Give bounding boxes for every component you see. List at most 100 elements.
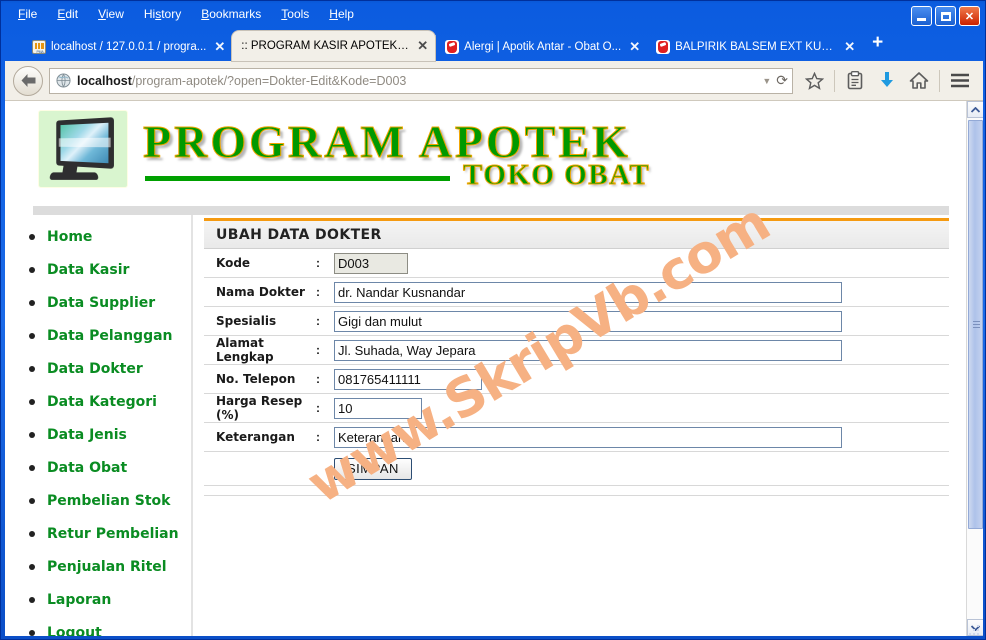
reload-icon[interactable]: ⟳ <box>776 72 788 89</box>
page-subtitle: TOKO OBAT <box>462 159 651 192</box>
page-body: Home Data Kasir Data Supplier Data Pelangga… <box>5 215 966 636</box>
sidebar-item-data-dokter[interactable]: Data Dokter <box>27 358 191 391</box>
site-header: PROGRAM APOTEK TOKO OBAT <box>5 101 966 206</box>
tab-close-icon[interactable]: ✕ <box>417 38 428 54</box>
sidebar-item-data-supplier[interactable]: Data Supplier <box>27 292 191 325</box>
close-button[interactable]: ✕ <box>959 6 980 26</box>
minimize-button[interactable] <box>911 6 932 26</box>
hamburger-menu-icon[interactable] <box>945 67 975 95</box>
menu-item-bookmarks[interactable]: Bookmarks <box>192 5 270 23</box>
sidebar-item-label: Pembelian Stok <box>47 493 171 509</box>
globe-icon <box>56 73 71 88</box>
browser-tab-0[interactable]: localhost / 127.0.0.1 / progra... ✕ <box>23 33 232 61</box>
tab-close-icon[interactable]: ✕ <box>629 39 640 55</box>
save-button[interactable]: SIMPAN <box>334 457 412 480</box>
bookmark-star-icon[interactable] <box>799 67 829 95</box>
field-label: Kode <box>216 256 251 270</box>
input-keterangan[interactable] <box>334 426 842 448</box>
chevron-up-icon <box>971 106 980 113</box>
field-label: Nama Dokter <box>216 285 305 299</box>
doctor-edit-form: Kode:Nama Dokter:Spesialis:Alamat Lengka… <box>204 249 949 496</box>
browser-tab-1[interactable]: :: PROGRAM KASIR APOTEK - 3 L... ✕ <box>232 31 436 61</box>
sidebar: Home Data Kasir Data Supplier Data Pelangga… <box>5 215 193 636</box>
sidebar-item-data-obat[interactable]: Data Obat <box>27 457 191 490</box>
browser-window: File Edit View History Bookmarks Tools Help ✕ … <box>0 0 986 640</box>
browser-tab-2[interactable]: Alergi | Apotik Antar - Obat O... ✕ <box>436 33 647 61</box>
field-colon: : <box>316 343 320 357</box>
chevron-down-icon[interactable]: ▼ <box>762 76 771 86</box>
sidebar-item-data-jenis[interactable]: Data Jenis <box>27 424 191 457</box>
sidebar-item-label: Penjualan Ritel <box>47 559 167 575</box>
back-arrow-icon <box>21 74 35 87</box>
scroll-up-button[interactable] <box>967 101 983 118</box>
new-tab-button[interactable]: + <box>862 32 893 56</box>
input-nama-dokter[interactable] <box>334 281 842 303</box>
close-icon: ✕ <box>964 10 975 23</box>
vertical-scrollbar[interactable] <box>966 101 983 636</box>
maximize-button[interactable] <box>935 6 956 26</box>
resize-grip[interactable] <box>969 625 981 637</box>
main-content: UBAH DATA DOKTER Kode:Nama Dokter:Spesia… <box>204 215 949 636</box>
field-colon: : <box>316 401 320 415</box>
menu-item-view[interactable]: View <box>89 5 133 23</box>
sidebar-item-label: Data Supplier <box>47 295 156 311</box>
sidebar-item-retur-pembelian[interactable]: Retur Pembelian <box>27 523 191 556</box>
sidebar-item-label: Data Jenis <box>47 427 127 443</box>
input-alamat-lengkap[interactable] <box>334 339 842 361</box>
url-bar-actions: ▼ ⟳ <box>756 72 788 89</box>
field-label: No. Telepon <box>216 372 296 386</box>
red-pill-icon <box>656 40 671 54</box>
sidebar-item-label: Data Kasir <box>47 262 130 278</box>
field-colon: : <box>316 372 320 386</box>
pos-monitor-icon <box>38 110 128 188</box>
sidebar-item-data-pelanggan[interactable]: Data Pelanggan <box>27 325 191 358</box>
field-label: Keterangan <box>216 430 295 444</box>
menu-item-file[interactable]: File <box>9 5 46 23</box>
field-colon: : <box>316 430 320 444</box>
sidebar-item-data-kategori[interactable]: Data Kategori <box>27 391 191 424</box>
toolbar-divider <box>939 69 940 92</box>
minimize-icon <box>917 18 926 21</box>
back-button[interactable] <box>13 65 43 96</box>
url-bar[interactable]: localhost/program-apotek/?open=Dokter-Ed… <box>49 67 793 94</box>
sidebar-item-pembelian-stok[interactable]: Pembelian Stok <box>27 490 191 523</box>
scrollbar-grip <box>973 320 980 329</box>
tab-strip: localhost / 127.0.0.1 / progra... ✕:: PRO… <box>1 27 986 61</box>
sidebar-menu: Home Data Kasir Data Supplier Data Pelangga… <box>5 215 191 636</box>
home-icon[interactable] <box>904 67 934 95</box>
tab-close-icon[interactable]: ✕ <box>214 39 225 55</box>
menu-item-edit[interactable]: Edit <box>48 5 87 23</box>
tab-close-icon[interactable]: ✕ <box>844 39 855 55</box>
field-colon: : <box>316 285 320 299</box>
form-row-keterangan: Keterangan: <box>204 423 949 452</box>
form-row-alamat-lengkap: Alamat Lengkap: <box>204 336 949 365</box>
sidebar-item-label: Logout <box>47 625 102 636</box>
sidebar-item-data-kasir[interactable]: Data Kasir <box>27 259 191 292</box>
menu-item-tools[interactable]: Tools <box>272 5 318 23</box>
download-icon[interactable] <box>872 67 902 95</box>
red-pill-icon <box>445 40 460 54</box>
menu-item-help[interactable]: Help <box>320 5 363 23</box>
input-harga-resep-[interactable] <box>334 397 422 419</box>
sidebar-item-label: Data Pelanggan <box>47 328 173 344</box>
scrollbar-thumb[interactable] <box>968 120 983 529</box>
field-label: Spesialis <box>216 314 277 328</box>
field-colon: : <box>316 256 320 270</box>
form-row-no-telepon: No. Telepon: <box>204 365 949 394</box>
sidebar-item-laporan[interactable]: Laporan <box>27 589 191 622</box>
input-kode[interactable] <box>334 252 408 274</box>
menu-item-history[interactable]: History <box>135 5 190 23</box>
library-icon[interactable] <box>840 67 870 95</box>
browser-tab-3[interactable]: BALPIRIK BALSEM EXT KUAT ... ✕ <box>647 33 862 61</box>
input-spesialis[interactable] <box>334 310 842 332</box>
input-no-telepon[interactable] <box>334 368 482 390</box>
browser-menu-bar: File Edit View History Bookmarks Tools Help <box>1 3 986 25</box>
sidebar-item-label: Retur Pembelian <box>47 526 179 542</box>
form-row-harga-resep-: Harga Resep (%): <box>204 394 949 423</box>
field-label: Alamat Lengkap <box>216 336 274 364</box>
window-controls: ✕ <box>911 6 980 26</box>
sidebar-item-penjualan-ritel[interactable]: Penjualan Ritel <box>27 556 191 589</box>
sidebar-item-logout[interactable]: Logout <box>27 622 191 636</box>
toolbar-icon-group <box>799 67 975 95</box>
sidebar-item-home[interactable]: Home <box>27 226 191 259</box>
